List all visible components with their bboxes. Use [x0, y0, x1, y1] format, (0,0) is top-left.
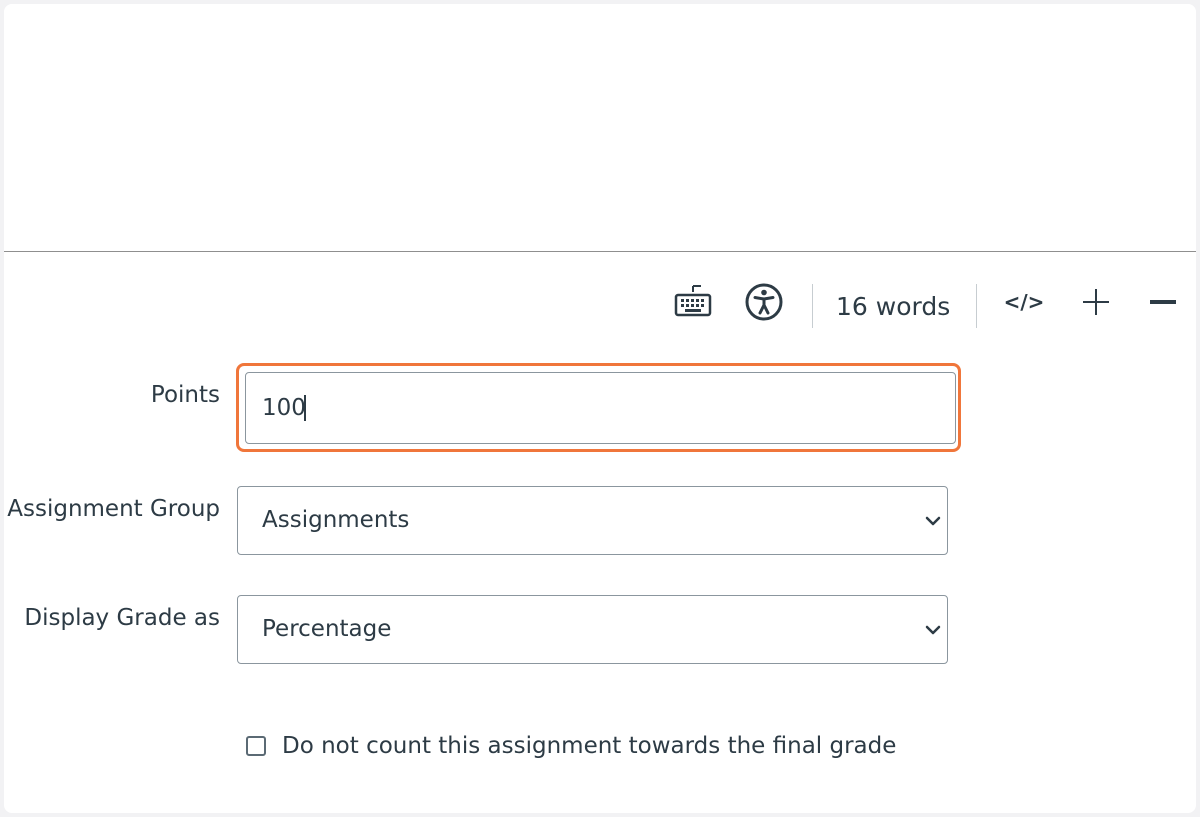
word-count: 16 words	[836, 292, 951, 321]
accessibility-icon	[745, 283, 783, 321]
text-cursor	[304, 395, 306, 421]
code-icon: </>	[1003, 290, 1045, 314]
zoom-in-button[interactable]	[1076, 276, 1116, 328]
editor-statusbar: 16 words </>	[4, 276, 1196, 328]
minus-icon	[1150, 300, 1176, 304]
keyboard-icon	[674, 285, 712, 317]
editor-divider	[4, 251, 1196, 252]
display-grade-select[interactable]: Percentage	[237, 595, 948, 664]
accessibility-checker-button[interactable]	[742, 276, 786, 328]
display-grade-value: Percentage	[262, 616, 392, 642]
assignment-edit-panel: 16 words </> Points Assignment Group Ass…	[4, 4, 1196, 813]
omit-from-final-grade-label[interactable]: Do not count this assignment towards the…	[282, 728, 896, 764]
assignment-group-value: Assignments	[262, 507, 410, 533]
chevron-down-icon	[925, 625, 941, 635]
rich-content-editor-area[interactable]	[4, 4, 1196, 251]
statusbar-separator	[976, 284, 977, 328]
chevron-down-icon	[925, 516, 941, 526]
html-editor-toggle-button[interactable]: </>	[1000, 276, 1048, 328]
statusbar-separator	[812, 284, 813, 328]
assignment-group-select[interactable]: Assignments	[237, 486, 948, 555]
keyboard-shortcuts-button[interactable]	[670, 276, 716, 328]
points-input[interactable]	[245, 372, 956, 444]
points-label: Points	[150, 382, 220, 408]
assignment-group-label: Assignment Group	[7, 496, 220, 522]
zoom-out-button[interactable]	[1144, 276, 1182, 328]
display-grade-label: Display Grade as	[24, 605, 220, 631]
plus-icon	[1083, 289, 1109, 315]
omit-from-final-grade-checkbox[interactable]	[246, 736, 266, 756]
